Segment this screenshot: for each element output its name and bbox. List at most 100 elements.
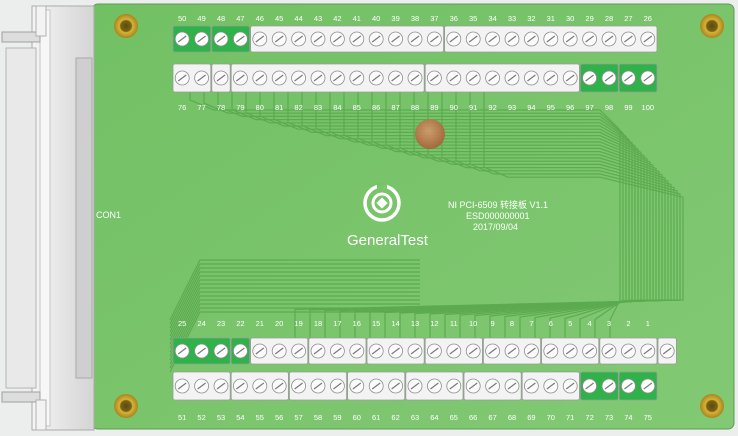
pin-label: 41 (353, 14, 361, 23)
pin-label: 46 (256, 14, 264, 23)
board-info-line-2: ESD000000001 (466, 211, 530, 221)
pin-label: 32 (527, 14, 535, 23)
dsub-connector (1, 5, 95, 431)
pin-label: 19 (294, 319, 302, 328)
pin-label: 35 (469, 14, 477, 23)
pin-label: 13 (411, 319, 419, 328)
pin-label: 73 (605, 413, 613, 422)
board-info-line-3: 2017/09/04 (473, 222, 518, 232)
pin-label: 18 (314, 319, 322, 328)
pin-label: 39 (391, 14, 399, 23)
pin-label: 28 (605, 14, 613, 23)
pin-label: 88 (411, 103, 419, 112)
pin-label: 52 (197, 413, 205, 422)
pin-label: 10 (469, 319, 477, 328)
pin-label: 51 (178, 413, 186, 422)
pin-label: 93 (508, 103, 516, 112)
pin-label: 75 (644, 413, 652, 422)
pin-label: 5 (568, 319, 572, 328)
pin-label: 64 (430, 413, 438, 422)
pin-label: 9 (491, 319, 495, 328)
pin-label: 48 (217, 14, 225, 23)
pin-label: 11 (450, 319, 458, 328)
mounting-hole-top-right (700, 14, 724, 38)
pin-label: 72 (585, 413, 593, 422)
pin-label: 99 (624, 103, 632, 112)
connector-label: CON1 (96, 210, 121, 220)
pin-label: 61 (372, 413, 380, 422)
pin-label: 78 (217, 103, 225, 112)
pin-label: 21 (256, 319, 264, 328)
pin-label: 24 (197, 319, 205, 328)
pin-label: 87 (391, 103, 399, 112)
pin-label: 79 (236, 103, 244, 112)
pin-label: 37 (430, 14, 438, 23)
pin-label: 97 (585, 103, 593, 112)
pin-label: 100 (642, 103, 655, 112)
pin-label: 60 (353, 413, 361, 422)
pin-label: 68 (508, 413, 516, 422)
pin-label: 38 (411, 14, 419, 23)
pin-label: 36 (450, 14, 458, 23)
pin-label: 66 (469, 413, 477, 422)
pin-label: 54 (236, 413, 244, 422)
pin-label: 3 (607, 319, 611, 328)
pin-label: 55 (256, 413, 264, 422)
pin-label: 8 (510, 319, 514, 328)
pin-label: 96 (566, 103, 574, 112)
mounting-hole-bottom-left (114, 394, 138, 418)
pin-label: 98 (605, 103, 613, 112)
pin-label: 63 (411, 413, 419, 422)
pin-label: 83 (314, 103, 322, 112)
pin-label: 34 (488, 14, 496, 23)
pin-label: 40 (372, 14, 380, 23)
pin-label: 4 (588, 319, 592, 328)
pin-label: 49 (197, 14, 205, 23)
pin-label: 95 (547, 103, 555, 112)
pin-label: 43 (314, 14, 322, 23)
pin-label: 62 (391, 413, 399, 422)
pin-label: 22 (236, 319, 244, 328)
mounting-hole-bottom-right (700, 394, 724, 418)
pin-label: 76 (178, 103, 186, 112)
pin-label: 81 (275, 103, 283, 112)
pin-label: 82 (294, 103, 302, 112)
pcb-render: CON1 GeneralTest NI PCI-6509 转接板 V1.1 ES… (1, 3, 735, 431)
pin-label: 84 (333, 103, 341, 112)
pin-label: 70 (547, 413, 555, 422)
pin-label: 85 (353, 103, 361, 112)
pin-label: 29 (585, 14, 593, 23)
pin-label: 47 (236, 14, 244, 23)
pin-label: 77 (197, 103, 205, 112)
pin-label: 27 (624, 14, 632, 23)
pin-label: 71 (566, 413, 574, 422)
pin-label: 50 (178, 14, 186, 23)
pin-label: 7 (529, 319, 533, 328)
pin-label: 65 (450, 413, 458, 422)
logo-text: GeneralTest (347, 232, 429, 249)
pin-label: 15 (372, 319, 380, 328)
pin-label: 80 (256, 103, 264, 112)
pin-label: 31 (547, 14, 555, 23)
pin-label: 56 (275, 413, 283, 422)
pin-label: 94 (527, 103, 535, 112)
pin-label: 12 (430, 319, 438, 328)
pin-label: 2 (626, 319, 630, 328)
pin-label: 67 (488, 413, 496, 422)
pin-label: 1 (646, 319, 650, 328)
pin-label: 16 (353, 319, 361, 328)
pin-label: 45 (275, 14, 283, 23)
mounting-hole-top-left (114, 14, 138, 38)
pin-label: 44 (294, 14, 302, 23)
pin-label: 42 (333, 14, 341, 23)
pin-label: 59 (333, 413, 341, 422)
pin-label: 57 (294, 413, 302, 422)
pin-label: 74 (624, 413, 632, 422)
center-pad (415, 119, 445, 149)
pin-label: 58 (314, 413, 322, 422)
pin-label: 30 (566, 14, 574, 23)
pin-label: 25 (178, 319, 186, 328)
pin-label: 26 (644, 14, 652, 23)
pin-label: 14 (391, 319, 399, 328)
pin-label: 90 (450, 103, 458, 112)
